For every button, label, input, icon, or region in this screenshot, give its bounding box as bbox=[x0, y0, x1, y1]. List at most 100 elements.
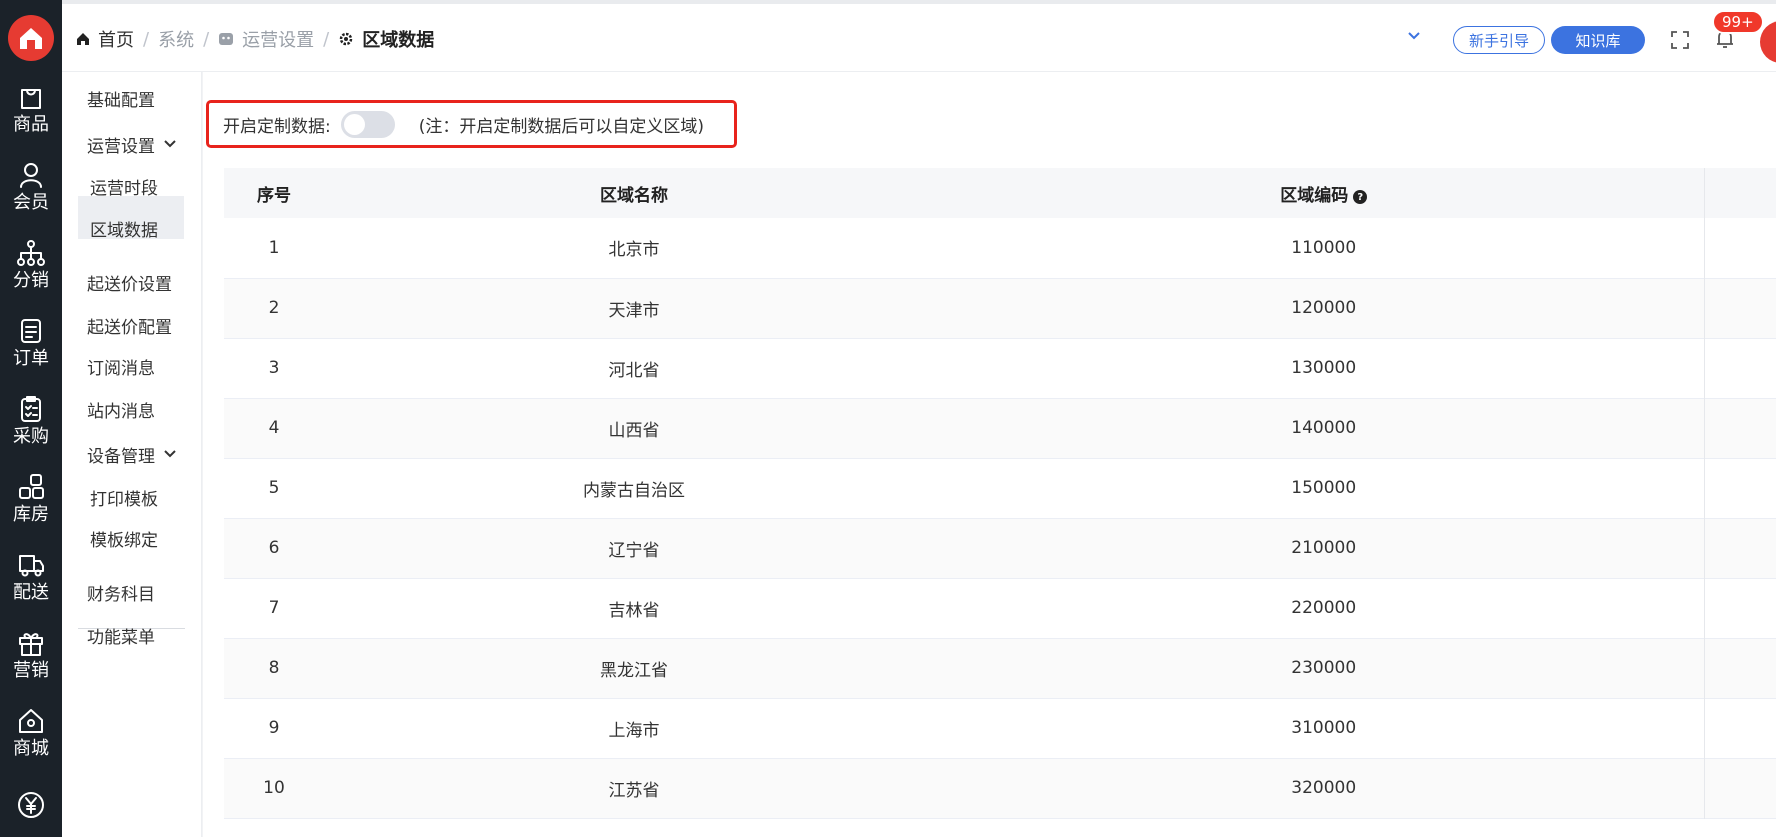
cell-no: 3 bbox=[268, 358, 280, 378]
cell-extra bbox=[1703, 758, 1776, 818]
fullscreen-icon[interactable] bbox=[1670, 30, 1690, 50]
breadcrumb-system[interactable]: 系统 bbox=[158, 26, 194, 52]
submenu-group-ops[interactable]: 运营设置 bbox=[87, 132, 155, 157]
cell-no: 9 bbox=[268, 718, 280, 738]
submenu-finance[interactable]: 财务科目 bbox=[87, 580, 155, 605]
breadcrumb: 首页 / 系统 / 运营设置 / 区域数据 bbox=[76, 26, 434, 52]
truck-icon bbox=[19, 555, 44, 577]
custom-data-note: (注：开启定制数据后可以自定义区域) bbox=[418, 116, 704, 137]
submenu-region-data[interactable]: 区域数据 bbox=[90, 216, 158, 241]
submenu-min-price-setting[interactable]: 起送价设置 bbox=[87, 270, 172, 295]
top-bar: 首页 / 系统 / 运营设置 / 区域数据 新手引导 知识库 99+ bbox=[62, 0, 1776, 72]
cell-name: 上海市 bbox=[608, 720, 660, 741]
col-header-code: 区域编码? bbox=[944, 168, 1704, 218]
notification-badge: 99+ bbox=[1712, 10, 1764, 34]
cell-extra bbox=[1703, 698, 1776, 758]
app-logo[interactable] bbox=[8, 15, 54, 61]
knowledge-base-button[interactable]: 知识库 bbox=[1551, 26, 1645, 54]
nav-label: 库房 bbox=[13, 504, 49, 525]
submenu-basic-config[interactable]: 基础配置 bbox=[87, 86, 155, 111]
nav-item-warehouse[interactable]: 库房 bbox=[0, 472, 62, 542]
nav-label: 订单 bbox=[13, 348, 49, 369]
gear-crumb-icon bbox=[339, 32, 353, 46]
cell-extra bbox=[1703, 518, 1776, 578]
nav-label: 配送 bbox=[13, 582, 49, 603]
cell-extra bbox=[1703, 398, 1776, 458]
submenu-func-menu[interactable]: 功能菜单 bbox=[87, 623, 155, 648]
submenu-print-template[interactable]: 打印模板 bbox=[90, 485, 158, 510]
chevron-down-icon[interactable] bbox=[163, 139, 177, 149]
breadcrumb-current: 区域数据 bbox=[362, 30, 435, 51]
table-row: 10 江苏省 320000 bbox=[224, 758, 1776, 818]
submenu-subscribe-msg[interactable]: 订阅消息 bbox=[87, 354, 155, 379]
col-header-extra bbox=[1703, 168, 1776, 218]
col-header-name: 区域名称 bbox=[600, 185, 668, 206]
breadcrumb-separator: / bbox=[203, 28, 210, 50]
document-icon bbox=[21, 319, 41, 343]
submenu-site-msg[interactable]: 站内消息 bbox=[87, 397, 155, 422]
submenu-template-bind[interactable]: 模板绑定 bbox=[90, 526, 158, 551]
nav-label: 会员 bbox=[13, 192, 49, 213]
network-icon bbox=[17, 240, 45, 266]
table-header-row: 序号 区域名称 区域编码? bbox=[224, 168, 1776, 218]
breadcrumb-separator: / bbox=[323, 28, 330, 50]
cell-code: 220000 bbox=[1291, 598, 1357, 618]
cell-name: 山西省 bbox=[608, 420, 660, 441]
region-table: 序号 区域名称 区域编码? 1 北京市 110000 2 天津市 120000 3 河北省… bbox=[224, 168, 1776, 819]
cell-name: 河北省 bbox=[608, 360, 660, 381]
nav-item-purchase[interactable]: 采购 bbox=[0, 394, 62, 464]
cell-name: 内蒙古自治区 bbox=[583, 480, 685, 501]
cell-extra bbox=[1703, 218, 1776, 278]
nav-item-finance[interactable] bbox=[0, 790, 62, 837]
cell-no: 5 bbox=[268, 478, 280, 498]
chevron-down-icon[interactable] bbox=[1407, 31, 1421, 41]
submenu-group-device[interactable]: 设备管理 bbox=[87, 442, 155, 467]
cell-code: 310000 bbox=[1291, 718, 1357, 738]
nav-item-distribution[interactable]: 分销 bbox=[0, 238, 62, 308]
table-row: 5 内蒙古自治区 150000 bbox=[224, 458, 1776, 518]
chevron-down-icon[interactable] bbox=[163, 449, 177, 459]
bag-icon bbox=[21, 89, 41, 109]
nav-label: 商城 bbox=[13, 738, 49, 759]
cell-code: 230000 bbox=[1291, 658, 1357, 678]
table-row: 8 黑龙江省 230000 bbox=[224, 638, 1776, 698]
cell-name: 天津市 bbox=[608, 300, 660, 321]
nav-item-members[interactable]: 会员 bbox=[0, 160, 62, 230]
cell-code: 110000 bbox=[1291, 237, 1357, 258]
home-crumb-icon bbox=[77, 33, 89, 45]
nav-item-mall[interactable]: 商城 bbox=[0, 706, 62, 776]
custom-data-switch[interactable] bbox=[340, 110, 395, 138]
cell-no: 8 bbox=[268, 658, 280, 678]
main-content: 开启定制数据: (注：开启定制数据后可以自定义区域) 序号 区域名称 区域编码?… bbox=[203, 72, 1776, 837]
cell-code: 140000 bbox=[1291, 418, 1357, 438]
cell-code: 320000 bbox=[1291, 778, 1357, 798]
nav-item-orders[interactable]: 订单 bbox=[0, 316, 62, 386]
cell-code: 120000 bbox=[1291, 298, 1357, 318]
nav-label: 采购 bbox=[13, 426, 49, 447]
beginner-guide-button[interactable]: 新手引导 bbox=[1453, 26, 1545, 54]
cell-extra bbox=[1703, 278, 1776, 338]
cell-name: 江苏省 bbox=[608, 780, 660, 801]
cell-no: 10 bbox=[263, 778, 285, 798]
custom-data-toggle-row: 开启定制数据: (注：开启定制数据后可以自定义区域) bbox=[206, 100, 737, 148]
main-nav-rail: 商品 会员 分销 订单 采购 库房 配送 营销 商城 bbox=[0, 0, 62, 837]
nav-item-delivery[interactable]: 配送 bbox=[0, 550, 62, 620]
help-icon[interactable]: ? bbox=[1353, 190, 1368, 204]
cell-no: 4 bbox=[268, 418, 280, 438]
nav-item-marketing[interactable]: 营销 bbox=[0, 628, 62, 698]
cell-extra bbox=[1703, 638, 1776, 698]
gift-icon bbox=[19, 633, 43, 656]
nav-item-goods[interactable]: 商品 bbox=[0, 82, 62, 152]
cell-no: 2 bbox=[268, 298, 280, 318]
col-header-no: 序号 bbox=[257, 185, 291, 206]
breadcrumb-ops[interactable]: 运营设置 bbox=[242, 26, 314, 52]
table-row: 2 天津市 120000 bbox=[224, 278, 1776, 338]
submenu-min-price-config[interactable]: 起送价配置 bbox=[87, 313, 172, 338]
cell-name: 北京市 bbox=[608, 240, 660, 261]
cell-extra bbox=[1703, 338, 1776, 398]
home-icon bbox=[19, 709, 43, 733]
custom-data-label: 开启定制数据: bbox=[223, 116, 331, 137]
table-row: 1 北京市 110000 bbox=[224, 218, 1776, 278]
breadcrumb-home[interactable]: 首页 bbox=[98, 26, 134, 52]
settings-submenu: 基础配置 运营设置 运营时段 区域数据 起送价设置 起送价配置 订阅消息 站内消… bbox=[62, 72, 202, 837]
